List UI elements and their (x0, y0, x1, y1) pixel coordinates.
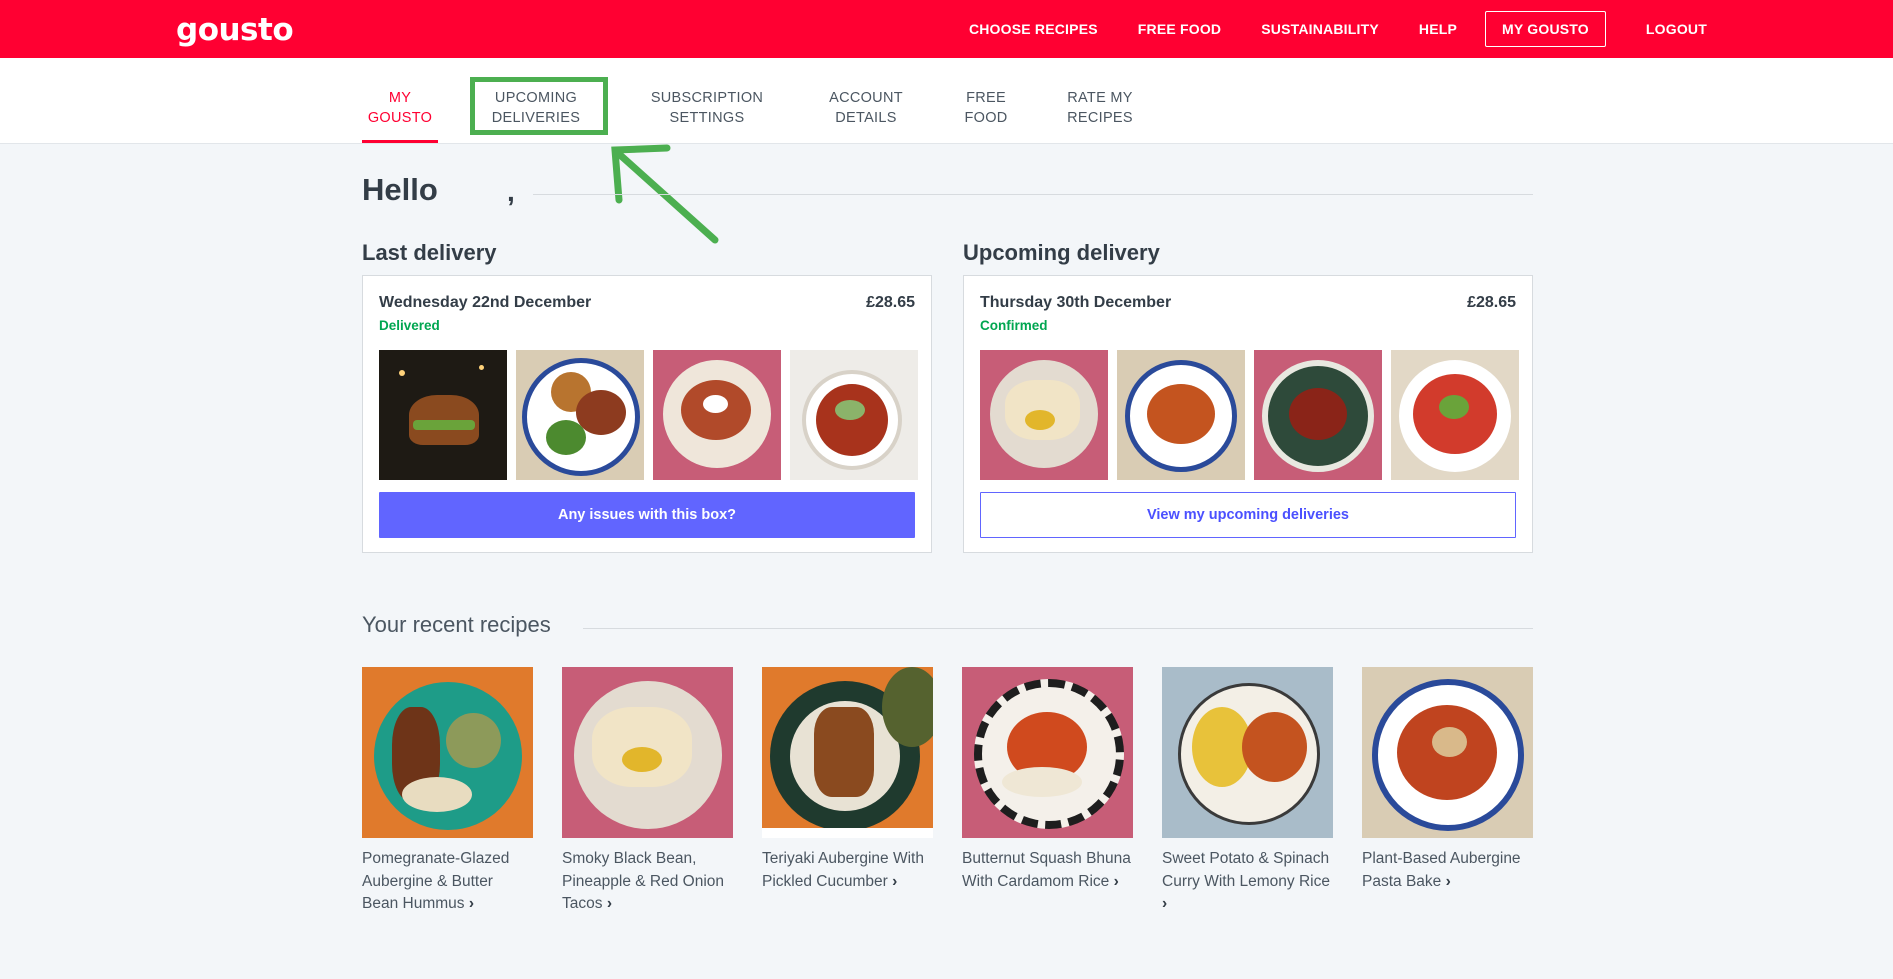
chevron-right-icon: › (1445, 872, 1451, 890)
recipe-name: Smoky Black Bean, Pineapple & Red Onion … (562, 850, 725, 912)
account-subnav: MY GOUSTO UPCOMING DELIVERIES SUBSCRIPTI… (0, 58, 1893, 144)
recipe-image (762, 667, 933, 828)
chevron-right-icon: › (892, 872, 898, 890)
recipe-thumbnail (790, 350, 918, 480)
logout-link[interactable]: LOGOUT (1646, 21, 1707, 37)
nav-sustainability[interactable]: SUSTAINABILITY (1261, 21, 1379, 37)
nav-free-food[interactable]: FREE FOOD (1138, 21, 1221, 37)
recipe-name: Plant-Based Aubergine Pasta Bake (1362, 850, 1521, 890)
chevron-right-icon: › (606, 895, 612, 912)
recipe-name: Butternut Squash Bhuna With Cardamom Ric… (962, 850, 1131, 890)
recipe-card[interactable]: Butternut Squash Bhuna With Cardamom Ric… (962, 667, 1133, 893)
last-delivery-card: Wednesday 22nd December £28.65 Delivered… (362, 275, 932, 553)
delivery-price: £28.65 (866, 294, 915, 311)
nav-choose-recipes[interactable]: CHOOSE RECIPES (969, 21, 1098, 37)
annotation-highlight-box (470, 77, 608, 135)
delivery-date: Thursday 30th December (980, 294, 1172, 311)
active-tab-indicator (362, 140, 438, 143)
recipe-thumbnail (1117, 350, 1245, 480)
chevron-right-icon: › (1162, 895, 1168, 912)
tab-account-details[interactable]: ACCOUNT DETAILS (823, 88, 909, 128)
annotation-arrow-icon (611, 144, 719, 244)
recipe-thumbnail (980, 350, 1108, 480)
recipe-thumbnail (379, 350, 507, 480)
recipe-thumbnail (1391, 350, 1519, 480)
tab-my-gousto[interactable]: MY GOUSTO (362, 88, 438, 128)
delivery-date: Wednesday 22nd December (379, 294, 592, 311)
recipe-name: Pomegranate-Glazed Aubergine & Butter Be… (362, 850, 510, 912)
chevron-right-icon: › (468, 895, 474, 912)
recipe-image (362, 667, 533, 838)
gousto-logo[interactable]: gousto (176, 12, 294, 48)
recent-recipes-title: Your recent recipes (362, 612, 551, 637)
upcoming-delivery-title: Upcoming delivery (963, 240, 1160, 265)
recipe-image (1162, 667, 1333, 838)
recipe-image (962, 667, 1133, 838)
last-delivery-title: Last delivery (362, 240, 497, 265)
tab-rate-my-recipes[interactable]: RATE MY RECIPES (1064, 88, 1136, 128)
recipe-card[interactable]: Smoky Black Bean, Pineapple & Red Onion … (562, 667, 733, 916)
recipe-thumbnail (516, 350, 644, 480)
greeting-title: Hello (362, 172, 438, 207)
recipe-thumbnail (653, 350, 781, 480)
tab-subscription-settings[interactable]: SUBSCRIPTION SETTINGS (650, 88, 764, 128)
recipe-thumbnails (980, 350, 1519, 480)
chevron-right-icon: › (1113, 872, 1119, 890)
recipe-card[interactable]: Teriyaki Aubergine With Pickled Cucumber… (762, 667, 933, 893)
recipe-card[interactable]: Plant-Based Aubergine Pasta Bake › (1362, 667, 1533, 893)
recipe-name: Sweet Potato & Spinach Curry With Lemony… (1162, 850, 1330, 890)
greeting-comma: , (507, 176, 515, 207)
nav-help[interactable]: HELP (1419, 21, 1457, 37)
box-issues-button[interactable]: Any issues with this box? (379, 492, 915, 538)
recipe-thumbnails (379, 350, 918, 480)
greeting-divider (533, 194, 1533, 195)
view-upcoming-deliveries-button[interactable]: View my upcoming deliveries (980, 492, 1516, 538)
recipe-name: Teriyaki Aubergine With Pickled Cucumber (762, 850, 924, 890)
top-nav: CHOOSE RECIPES FREE FOOD SUSTAINABILITY … (969, 0, 1707, 58)
recipe-image (562, 667, 733, 838)
recipe-card[interactable]: Sweet Potato & Spinach Curry With Lemony… (1162, 667, 1333, 916)
upcoming-delivery-card: Thursday 30th December £28.65 Confirmed … (963, 275, 1533, 553)
recipe-card[interactable]: Pomegranate-Glazed Aubergine & Butter Be… (362, 667, 533, 916)
recipe-image (1362, 667, 1533, 838)
status-badge: Delivered (379, 318, 440, 333)
recipe-thumbnail (1254, 350, 1382, 480)
recent-recipes-divider (583, 628, 1533, 629)
my-gousto-button[interactable]: MY GOUSTO (1485, 11, 1606, 47)
tab-free-food[interactable]: FREE FOOD (960, 88, 1012, 128)
status-badge: Confirmed (980, 318, 1048, 333)
delivery-price: £28.65 (1467, 294, 1516, 311)
top-bar: gousto CHOOSE RECIPES FREE FOOD SUSTAINA… (0, 0, 1893, 58)
